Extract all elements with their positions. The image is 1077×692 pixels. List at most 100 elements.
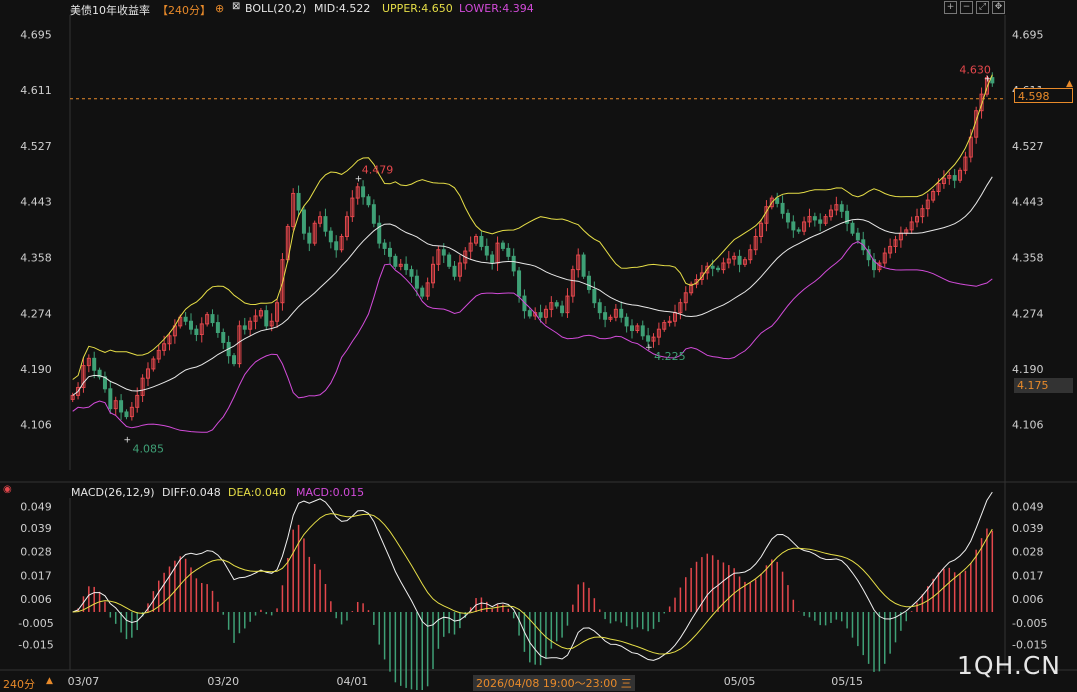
fullscreen-icon[interactable]: ⤢ bbox=[976, 1, 989, 14]
macd-tick-right: -0.015 bbox=[1012, 638, 1047, 651]
price-tick-right: 4.527 bbox=[1012, 140, 1044, 153]
period-switch-icon[interactable]: ⊕ bbox=[215, 2, 224, 15]
date-label: 03/20 bbox=[207, 675, 239, 688]
date-label: 05/15 bbox=[831, 675, 863, 688]
candle-body bbox=[785, 212, 790, 223]
candle-body bbox=[232, 355, 237, 365]
chart-root: 4.6954.6954.6114.6114.5274.5274.4434.443… bbox=[0, 0, 1077, 691]
candle-body bbox=[716, 267, 721, 271]
boll-upper: UPPER:4.650 bbox=[382, 2, 453, 15]
current-price-arrow-icon: ▲ bbox=[1066, 79, 1073, 89]
candle-body bbox=[796, 229, 801, 232]
candle-body bbox=[554, 302, 559, 307]
annotation-label: 4.479 bbox=[362, 164, 394, 177]
candle-body bbox=[581, 254, 586, 277]
move-icon[interactable]: ✥ bbox=[992, 1, 1005, 14]
macd-tick-left: 0.028 bbox=[20, 546, 52, 559]
candle-body bbox=[479, 236, 484, 247]
period-button-arrow-icon[interactable]: ▲ bbox=[46, 676, 53, 686]
candle-body bbox=[328, 230, 333, 243]
macd-tick-right: 0.006 bbox=[1012, 593, 1044, 606]
candle-body bbox=[791, 221, 796, 231]
instrument-title: 美债10年收益率 bbox=[70, 4, 150, 17]
candle-body bbox=[586, 275, 591, 290]
candle-body bbox=[124, 411, 129, 418]
price-tick-right: 4.106 bbox=[1012, 419, 1044, 432]
candle-body bbox=[119, 400, 124, 413]
macd-tick-right: 0.017 bbox=[1012, 569, 1044, 582]
marker-plus: + bbox=[645, 343, 653, 353]
annotation-label: 4.225 bbox=[654, 350, 686, 363]
candle-body bbox=[629, 325, 634, 332]
candle-body bbox=[441, 249, 446, 256]
candle-body bbox=[307, 232, 312, 244]
candle-body bbox=[527, 310, 532, 317]
candle-body bbox=[301, 209, 306, 234]
date-label: 03/07 bbox=[68, 675, 100, 688]
dea-line bbox=[72, 513, 993, 655]
macd-diff: DIFF:0.048 bbox=[162, 486, 221, 499]
macd-tick-left: 0.017 bbox=[20, 569, 52, 582]
candle-body bbox=[92, 357, 97, 371]
candle-body bbox=[624, 316, 629, 327]
price-tick-left: 4.695 bbox=[20, 29, 52, 42]
price-tick-left: 4.190 bbox=[20, 363, 52, 376]
candle-body bbox=[361, 186, 366, 198]
macd-tick-left: 0.006 bbox=[20, 593, 52, 606]
date-label: 05/05 bbox=[724, 675, 756, 688]
candle-body bbox=[194, 328, 199, 335]
candle-body bbox=[490, 254, 495, 264]
current-price-badge: 4.598 bbox=[1014, 88, 1073, 103]
candle-body bbox=[839, 204, 844, 212]
macd-tick-left: -0.005 bbox=[18, 617, 53, 630]
candle-body bbox=[409, 269, 414, 277]
cursor-time-label: 2026/04/08 19:00～23:00 三 bbox=[473, 675, 635, 691]
macd-tick-right: -0.005 bbox=[1012, 617, 1047, 630]
candle-body bbox=[640, 325, 645, 337]
candle-body bbox=[484, 245, 489, 256]
date-label: 04/01 bbox=[336, 675, 368, 688]
price-tick-right: 4.190 bbox=[1012, 363, 1044, 376]
macd-tick-right: 0.028 bbox=[1012, 546, 1044, 559]
settings-icon[interactable]: ◉ bbox=[3, 484, 12, 495]
candle-body bbox=[334, 241, 339, 251]
candle-body bbox=[710, 265, 715, 269]
candle-body bbox=[414, 275, 419, 289]
candle-body bbox=[371, 204, 376, 224]
period-label[interactable]: 【240分】 bbox=[157, 2, 211, 18]
chart-svg[interactable]: 4.6954.6954.6114.6114.5274.5274.4434.443… bbox=[0, 0, 1077, 690]
candle-body bbox=[221, 332, 226, 343]
candle-body bbox=[210, 314, 215, 324]
candle-body bbox=[538, 312, 543, 318]
candle-body bbox=[264, 310, 269, 327]
price-tick-left: 4.274 bbox=[20, 307, 52, 320]
candle-body bbox=[189, 320, 194, 330]
price-tick-right: 4.443 bbox=[1012, 195, 1044, 208]
annotation-label: 4.630 bbox=[959, 64, 991, 77]
marker-plus: + bbox=[123, 435, 131, 445]
boll-label: BOLL(20,2) bbox=[245, 2, 307, 15]
macd-label: MACD(26,12,9) bbox=[71, 486, 155, 499]
candle-body bbox=[242, 325, 247, 330]
indicator-icon[interactable]: ⊠ bbox=[232, 1, 240, 12]
candle-body bbox=[420, 287, 425, 297]
macd-tick-right: 0.049 bbox=[1012, 500, 1044, 513]
price-tick-left: 4.106 bbox=[20, 419, 52, 432]
boll-mid-line bbox=[72, 176, 993, 396]
candle-body bbox=[183, 316, 188, 322]
candle-body bbox=[215, 322, 220, 334]
candle-body bbox=[812, 216, 817, 221]
price-tick-right: 4.695 bbox=[1012, 29, 1044, 42]
candle-body bbox=[597, 302, 602, 314]
candle-body bbox=[382, 242, 387, 249]
macd-dea: DEA:0.040 bbox=[228, 486, 286, 499]
candle-body bbox=[452, 265, 457, 277]
macd-tick-left: -0.015 bbox=[18, 638, 53, 651]
zoom-in-icon[interactable]: + bbox=[944, 1, 957, 14]
zoom-out-icon[interactable]: − bbox=[960, 1, 973, 14]
diff-line bbox=[72, 491, 993, 661]
candle-body bbox=[296, 192, 301, 211]
price-tick-left: 4.527 bbox=[20, 140, 52, 153]
price-tick-left: 4.443 bbox=[20, 195, 52, 208]
candle-body bbox=[366, 196, 371, 206]
